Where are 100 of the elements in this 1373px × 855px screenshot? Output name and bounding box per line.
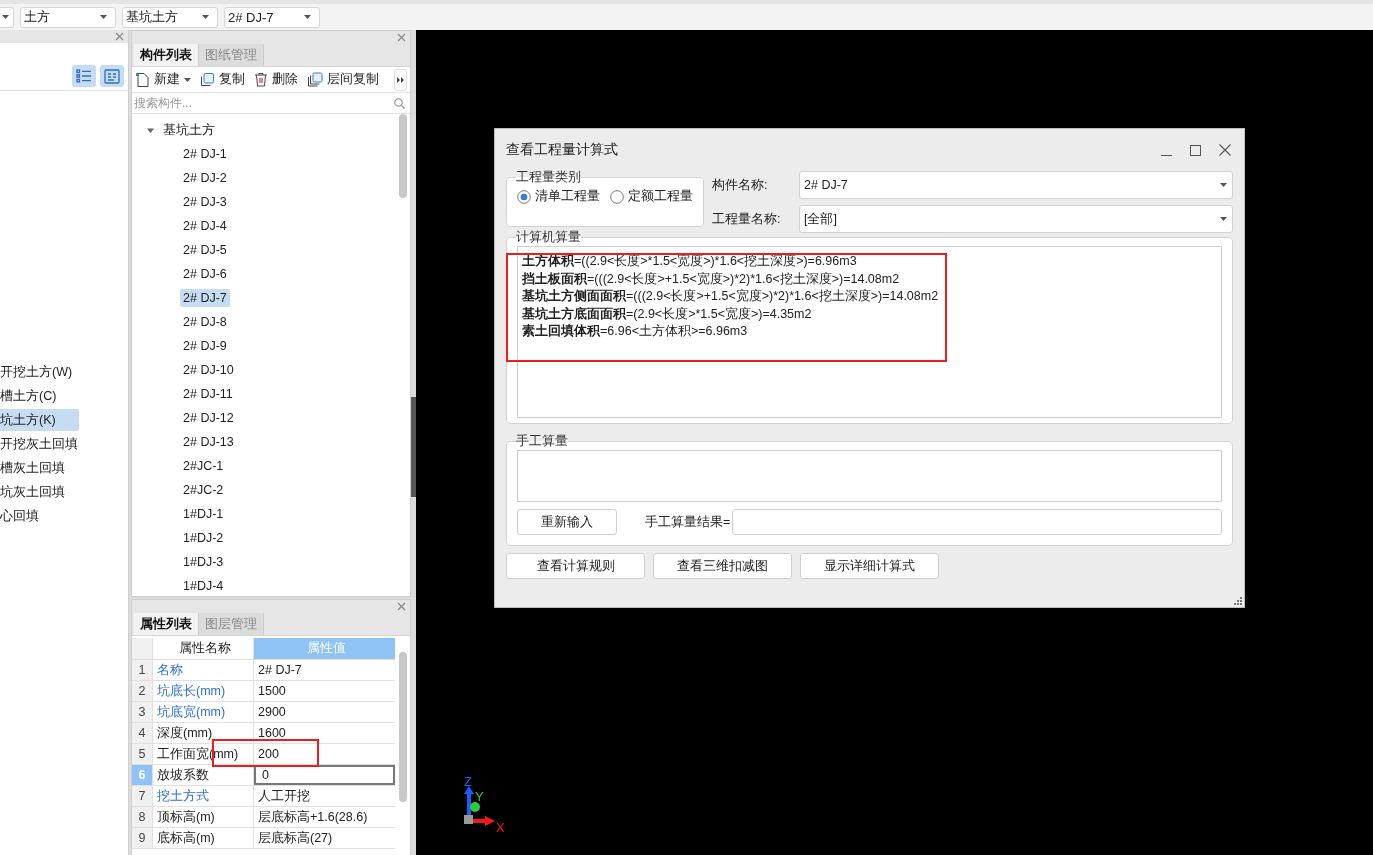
formula-text-area[interactable]: 土方体积=((2.9<长度>*1.5<宽度>)*1.6<挖土深度>)=6.96m3 挡土板面积=(((2.9<长度>+1.5<宽度>)*2)*1.6<挖土深度>)=14.08m2 基坑土方侧面面积=(((2.9<长度>+1.5<宽度>)*2)*1.6<挖土深度>)=14.08m2 基坑土方底面面积=(2.9<长度>*1.5<宽度>)=4.35m2 素土回填体积=6.96<土方体积>=6.96m3 [517,246,1222,418]
toolbar-button[interactable]: 新建 [135,71,191,88]
property-value[interactable]: 2900 [254,702,395,722]
tree-item[interactable]: 1#DJ-4 [180,577,227,595]
row-number: 1 [132,660,153,680]
property-value[interactable]: 人工开挖 [254,786,395,806]
row-number: 5 [132,744,153,764]
property-value[interactable]: 200 [254,744,395,764]
property-value[interactable]: 1500 [254,681,395,701]
tree-item[interactable]: 2# DJ-2 [180,169,230,187]
property-name: 坑底宽(mm) [153,702,254,722]
dialog-button[interactable]: 查看三维扣减图 [653,553,792,579]
toolbar-button[interactable]: 层间复制 [307,71,379,88]
tree-item[interactable]: 2# DJ-4 [180,217,230,235]
dropdown[interactable] [0,6,14,28]
property-value[interactable]: 2# DJ-7 [254,660,395,680]
tree-item[interactable]: 2# DJ-5 [180,241,230,259]
property-name: 底标高(m) [153,828,254,848]
viewport-canvas[interactable] [416,30,1373,855]
radio-option[interactable]: 定额工程量 [610,188,693,205]
tree-item[interactable]: 2# DJ-13 [180,433,237,451]
tree-item[interactable]: 基坑土方 [160,119,218,141]
row-number: 4 [132,723,153,743]
splitter-handle[interactable] [411,397,416,497]
dropdown[interactable]: 土方 [20,6,116,28]
property-value[interactable]: 层底标高(27) [254,828,395,848]
dropdown[interactable]: 基坑土方 [122,6,218,28]
dropdown-value: 土方 [24,8,50,26]
search-field[interactable]: 搜索构件... [134,96,394,110]
list-view-button[interactable] [72,65,96,87]
tree-item[interactable]: 2# DJ-7 [180,289,230,307]
row-number: 9 [132,828,153,848]
tree-group[interactable]: 基坑土方 [132,118,218,142]
tree-item[interactable]: 开挖土方(W) [0,361,79,383]
tab[interactable]: 属性列表 [134,613,199,635]
row-number: 7 [132,786,153,806]
tree-item[interactable]: 2# DJ-8 [180,313,230,331]
tree-item[interactable]: 2#JC-2 [180,481,227,499]
property-value[interactable]: 层底标高+1.6(28.6) [254,807,395,827]
tree-item[interactable]: 2# DJ-10 [180,361,237,379]
tab[interactable]: 构件列表 [134,44,199,66]
detail-view-button[interactable] [100,65,124,87]
formula-line: 基坑土方侧面面积=(((2.9<长度>+1.5<宽度>)*2)*1.6<挖土深度>)=14.08m2 [522,288,940,305]
tree-item[interactable]: 1#DJ-1 [180,505,227,523]
caret-icon [1220,183,1227,187]
tree-item[interactable]: 1#DJ-2 [180,529,227,547]
caret-icon [100,15,107,19]
group-label: 计算机算量 [516,229,581,246]
dialog-button[interactable]: 显示详细计算式 [800,553,939,579]
close-icon[interactable] [397,33,406,42]
tree-item[interactable]: 2#JC-1 [180,457,227,475]
reset-button[interactable]: 重新输入 [517,509,617,535]
tree-item[interactable]: 心回填 [0,505,79,527]
tree-item[interactable]: 2# DJ-11 [180,385,236,403]
caret-icon [202,15,209,19]
tree-item[interactable]: 2# DJ-12 [180,409,237,427]
dropdown-value: 基坑土方 [126,8,178,26]
formula-line: 基坑土方底面面积=(2.9<长度>*1.5<宽度>)=4.35m2 [522,305,813,323]
property-name: 顶标高(m) [153,807,254,827]
close-icon[interactable] [397,602,406,611]
formula-line: 挡土板面积=(((2.9<长度>+1.5<宽度>)*2)*1.6<挖土深度>)=14.08m2 [522,270,901,288]
tree-item[interactable]: 2# DJ-9 [180,337,230,355]
tree-item[interactable]: 2# DJ-3 [180,193,230,211]
row-number: 2 [132,681,153,701]
search-icon [394,97,405,109]
resize-grip-icon[interactable] [1234,597,1242,605]
toolbar-button[interactable]: 复制 [200,71,245,88]
maximize-icon[interactable] [1190,144,1201,156]
axis-gizmo-drawing [464,786,495,826]
row-number: 8 [132,807,153,827]
caret-icon [2,15,9,19]
field-label: 手工算量结果= [645,513,732,531]
formula-line: 素土回填体积=6.96<土方体积>=6.96m3 [522,323,749,340]
axis-label: X [496,820,505,835]
tree-item[interactable]: 2# DJ-6 [180,265,230,283]
tree-item[interactable]: 1#DJ-3 [180,553,227,571]
dropdown[interactable]: [全部] [799,205,1233,233]
dropdown[interactable]: 2# DJ-7 [224,6,320,28]
dialog-button[interactable]: 查看计算规则 [506,553,645,579]
scrollbar-thumb[interactable] [399,652,407,802]
radio-option[interactable]: 清单工程量 [517,188,600,205]
close-icon[interactable] [1219,144,1231,156]
dropdown[interactable]: 2# DJ-7 [799,171,1233,199]
property-value[interactable]: 1600 [254,723,395,743]
tree-item[interactable]: 槽灰土回填 [0,457,79,479]
expand-arrow-icon [147,126,154,134]
row-number: 3 [132,702,153,722]
result-field[interactable] [732,509,1222,535]
tree-item[interactable]: 坑灰土回填 [0,481,79,503]
scrollbar-thumb[interactable] [399,114,407,198]
tree-item[interactable]: 2# DJ-1 [180,145,230,163]
axis-label: Y [475,789,484,804]
property-value[interactable]: 0 [254,765,395,785]
more-button[interactable] [394,68,407,91]
close-icon[interactable] [115,32,124,41]
tree-item[interactable]: 坑土方(K) [0,409,79,431]
tree-item[interactable]: 槽土方(C) [0,385,79,407]
tree-item[interactable]: 开挖灰土回填 [0,433,79,455]
toolbar-button[interactable]: 删除 [254,71,298,88]
row-number: 6 [132,765,153,785]
